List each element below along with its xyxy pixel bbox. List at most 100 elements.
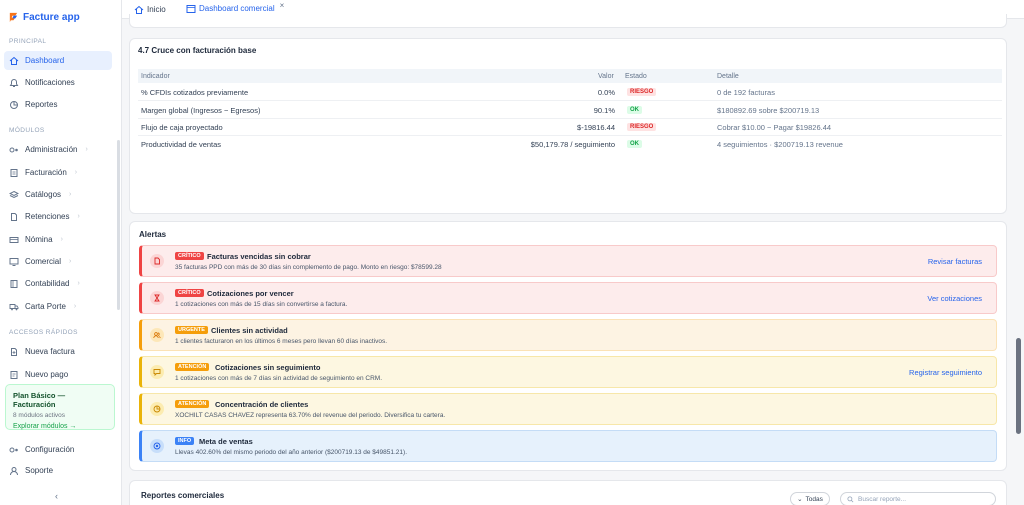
chevron-right-icon: ›: [60, 236, 63, 243]
chevron-right-icon: ›: [77, 213, 80, 220]
document-icon: [9, 212, 19, 222]
sidebar-item-label: Nueva factura: [25, 347, 75, 356]
main-scrollbar[interactable]: [1016, 338, 1021, 434]
alert-tag: ATENCIÓN: [175, 363, 210, 371]
home-icon: [134, 5, 144, 14]
sidebar-item-label: Soporte: [25, 466, 54, 475]
plan-card: Plan Básico — Facturación 8 módulos acti…: [5, 384, 115, 430]
header-indicador: Indicador: [141, 73, 170, 80]
sidebar-item-label: Nómina: [25, 235, 53, 244]
sidebar-item-facturacion[interactable]: Facturación ›: [4, 163, 112, 182]
registrar-seguimiento-link[interactable]: Registrar seguimiento: [909, 368, 982, 377]
alert-title: Cotizaciones por vencer: [207, 289, 294, 298]
cell-indicador: Flujo de caja proyectado: [141, 123, 223, 132]
plan-title: Plan Básico — Facturación: [13, 391, 66, 409]
ver-cotizaciones-link[interactable]: Ver cotizaciones: [927, 294, 982, 303]
alert-description: XOCHILT CASAS CHAVEZ representa 63.70% d…: [175, 412, 446, 419]
chevron-right-icon: ›: [77, 280, 80, 287]
alert-description: 1 clientes facturaron en los últimos 6 m…: [175, 338, 388, 345]
sidebar-item-dashboard[interactable]: Dashboard: [4, 51, 112, 70]
alert-title: Clientes sin actividad: [211, 326, 288, 335]
table-header: [138, 69, 1002, 83]
chevron-right-icon: ›: [69, 191, 72, 198]
sidebar-item-label: Notificaciones: [25, 78, 75, 87]
search-placeholder: Buscar reporte...: [858, 495, 907, 503]
sidebar-item-administracion[interactable]: Administración ›: [4, 140, 112, 159]
alert-concentracion-clientes: ATENCIÓN Concentración de clientes XOCHI…: [139, 393, 997, 425]
section-principal: PRINCIPAL: [9, 38, 47, 45]
reportes-title: Reportes comerciales: [141, 491, 225, 500]
alert-meta-de-ventas: INFO Meta de ventas Llevas 402.60% del m…: [139, 430, 997, 462]
chevron-right-icon: ›: [73, 303, 77, 310]
collapse-sidebar-button[interactable]: ‹: [55, 491, 58, 501]
sidebar-item-label: Catálogos: [25, 190, 62, 199]
layers-icon: [9, 190, 19, 200]
cell-indicador: Productividad de ventas: [141, 140, 222, 149]
chevron-right-icon: ›: [69, 258, 72, 265]
home-icon: [9, 56, 19, 66]
alert-title: Facturas vencidas sin cobrar: [207, 252, 311, 261]
sidebar-item-nomina[interactable]: Nómina ›: [4, 230, 112, 249]
alert-title: Meta de ventas: [199, 437, 253, 446]
receipt-icon: [9, 168, 19, 178]
status-badge: OK: [627, 106, 642, 114]
sidebar-item-carta-porte[interactable]: Carta Porte ›: [4, 297, 112, 316]
section-modulos: MÓDULOS: [9, 127, 45, 134]
sidebar-item-reportes[interactable]: Reportes: [4, 95, 112, 114]
chevron-right-icon: ›: [74, 169, 78, 176]
cell-valor: 90.1%: [593, 106, 615, 115]
cell-detalle: Cobrar $10.00 − Pagar $19826.44: [717, 123, 832, 132]
alert-tag: INFO: [175, 437, 195, 445]
status-badge: OK: [627, 140, 642, 148]
sidebar-item-configuracion[interactable]: Configuración: [4, 440, 112, 459]
explore-modules-link[interactable]: Explorar módulos →: [13, 423, 107, 430]
sidebar-item-nueva-factura[interactable]: Nueva factura: [4, 342, 112, 361]
search-input[interactable]: Buscar reporte...: [840, 492, 996, 505]
file-plus-icon: [9, 347, 19, 357]
alertas-title: Alertas: [139, 230, 167, 239]
cruce-title: 4.7 Cruce con facturación base: [138, 46, 257, 55]
close-tab-icon[interactable]: ×: [280, 1, 285, 10]
sidebar-item-notificaciones[interactable]: Notificaciones: [4, 73, 112, 92]
card-icon: [9, 235, 19, 245]
monitor-icon: [9, 257, 19, 267]
alert-description: 1 cotizaciones con más de 15 días sin co…: [175, 301, 348, 308]
header-detalle: Detalle: [717, 73, 739, 80]
app-logo[interactable]: Facture app: [8, 12, 80, 23]
filter-select[interactable]: ⌄ Todas: [790, 492, 830, 505]
alert-cotizaciones-sin-seguimiento: ATENCIÓN Cotizaciones sin seguimiento 1 …: [139, 356, 997, 388]
sidebar-item-catalogos[interactable]: Catálogos ›: [4, 185, 112, 204]
tab-label: Dashboard comercial: [199, 4, 275, 13]
sidebar: Facture app PRINCIPAL Dashboard Notifica…: [0, 0, 122, 505]
sidebar-item-label: Carta Porte: [25, 302, 66, 311]
sidebar-item-soporte[interactable]: Soporte: [4, 461, 112, 480]
hourglass-icon: [150, 291, 164, 305]
chat-icon: [150, 365, 164, 379]
cell-valor: $-19816.44: [577, 123, 615, 132]
sidebar-item-nuevo-pago[interactable]: Nuevo pago: [4, 365, 112, 384]
sidebar-item-retenciones[interactable]: Retenciones ›: [4, 207, 112, 226]
sidebar-item-label: Contabilidad: [25, 279, 70, 288]
payment-icon: [9, 370, 19, 380]
plan-subtitle: 8 módulos activos: [13, 412, 66, 419]
alert-description: 35 facturas PPD con más de 30 días sin c…: [175, 264, 442, 271]
document-icon: [150, 254, 164, 268]
cell-detalle: 0 de 192 facturas: [717, 88, 775, 97]
sidebar-item-contabilidad[interactable]: Contabilidad ›: [4, 274, 112, 293]
sidebar-item-label: Configuración: [25, 445, 75, 454]
status-badge: RIESGO: [627, 123, 657, 131]
sidebar-scrollbar[interactable]: [117, 140, 120, 310]
sidebar-item-label: Dashboard: [25, 56, 65, 65]
alert-tag: CRÍTICO: [175, 289, 204, 297]
sidebar-item-label: Administración: [25, 145, 78, 154]
bell-icon: [9, 78, 19, 88]
alert-title: Concentración de clientes: [215, 400, 309, 409]
alert-tag: ATENCIÓN: [175, 400, 210, 408]
alert-title: Cotizaciones sin seguimiento: [215, 363, 321, 372]
cell-indicador: Margen global (Ingresos − Egresos): [141, 106, 261, 115]
sidebar-item-label: Comercial: [25, 257, 62, 266]
revisar-facturas-link[interactable]: Revisar facturas: [928, 257, 982, 266]
sidebar-item-comercial[interactable]: Comercial ›: [4, 252, 112, 271]
alert-description: 1 cotizaciones con más de 7 días sin act…: [175, 375, 383, 382]
chart-icon: [9, 100, 19, 110]
